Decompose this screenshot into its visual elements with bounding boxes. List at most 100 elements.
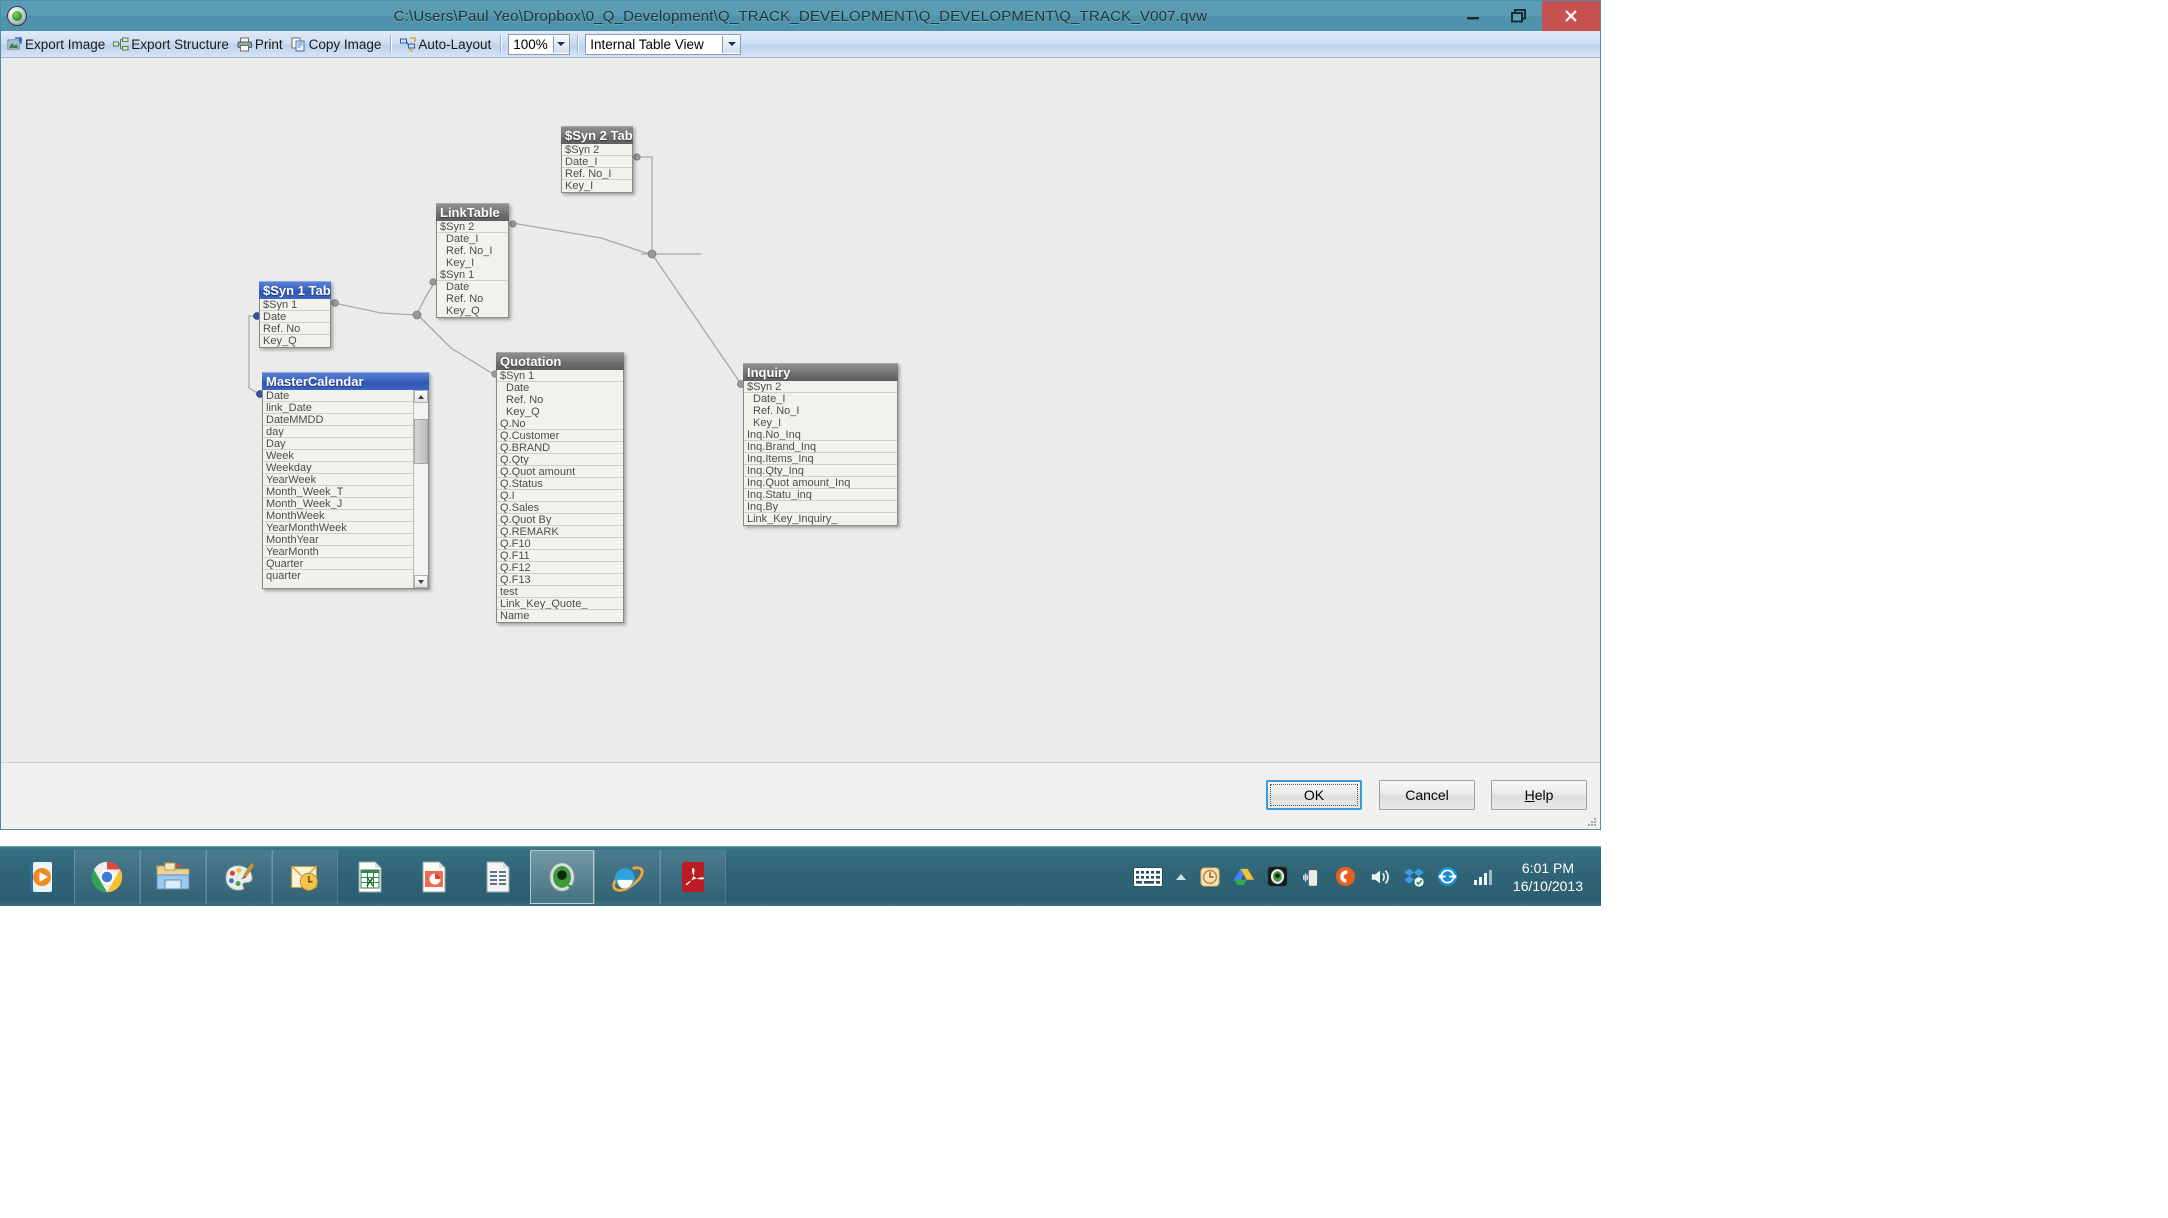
taskbar-item-outlook[interactable] (272, 849, 338, 904)
field-row[interactable]: Date (497, 382, 623, 394)
field-row[interactable]: Inq.Quot amount_Inq (744, 477, 897, 489)
resize-grip[interactable] (1585, 815, 1597, 827)
ok-button[interactable]: OK (1266, 780, 1362, 810)
field-row[interactable]: Q.I (497, 490, 623, 502)
table-box-inquiry[interactable]: Inquiry $Syn 2 Date_I Ref. No_I Key_I Inq.No_… (743, 363, 898, 526)
field-row[interactable]: Q.Qty (497, 454, 623, 466)
field-row[interactable]: Q.F10 (497, 538, 623, 550)
field-row[interactable]: Ref. No_I (562, 168, 632, 180)
field-row[interactable]: Date_I (437, 233, 508, 245)
field-row[interactable]: Ref. No (497, 394, 623, 406)
field-row[interactable]: Q.F12 (497, 562, 623, 574)
export-structure-button[interactable]: Export Structure (109, 33, 233, 55)
scrollbar-track[interactable] (414, 403, 428, 575)
qlikview-tray-icon[interactable] (1265, 864, 1291, 890)
table-header-linktable[interactable]: LinkTable (436, 203, 509, 221)
field-row[interactable]: YearMonth (263, 546, 413, 558)
taskbar-item-windows-explorer[interactable] (140, 849, 206, 904)
field-row[interactable]: Key_I (562, 180, 632, 192)
close-icon[interactable] (1542, 1, 1600, 31)
field-row[interactable]: Ref. No (437, 293, 508, 305)
taskbar-item-powerpoint[interactable] (402, 850, 466, 904)
field-row[interactable]: Week (263, 450, 413, 462)
field-row[interactable]: Month_Week_J (263, 498, 413, 510)
field-row[interactable]: Q.Status (497, 478, 623, 490)
battery-icon[interactable] (1299, 864, 1325, 890)
print-button[interactable]: Print (233, 33, 287, 55)
field-row[interactable]: Inq.Statu_inq (744, 489, 897, 501)
field-row[interactable]: day (263, 426, 413, 438)
network-signal-icon[interactable] (1469, 864, 1495, 890)
field-row[interactable]: Weekday (263, 462, 413, 474)
table-box-mastercalendar[interactable]: MasterCalendar Date link_Date DateMMDD day Da… (262, 372, 429, 589)
volume-icon[interactable] (1367, 864, 1393, 890)
field-row[interactable]: $Syn 2 (562, 144, 632, 156)
field-row[interactable]: $Syn 1 (437, 269, 508, 281)
field-row[interactable]: MonthWeek (263, 510, 413, 522)
field-row[interactable]: Key_Q (497, 406, 623, 418)
taskbar-item-windows-media-player[interactable] (10, 850, 74, 904)
field-row[interactable]: MonthYear (263, 534, 413, 546)
scroll-up-icon[interactable] (414, 390, 428, 403)
dropbox-icon[interactable] (1401, 864, 1427, 890)
field-row[interactable]: YearMonthWeek (263, 522, 413, 534)
field-row[interactable]: Inq.Items_Inq (744, 453, 897, 465)
field-row[interactable]: link_Date (263, 402, 413, 414)
show-hidden-icons-icon[interactable] (1173, 864, 1189, 890)
scrollbar-thumb[interactable] (414, 419, 428, 464)
table-view-dropdown[interactable]: Internal Table View (585, 33, 742, 55)
table-viewer-canvas[interactable]: $Syn 2 Table$Syn 2Date_IRef. No_IKey_I Li… (1, 58, 1600, 794)
field-row[interactable]: Inq.Qty_Inq (744, 465, 897, 477)
google-drive-icon[interactable] (1231, 864, 1257, 890)
field-row[interactable]: Q.REMARK (497, 526, 623, 538)
field-row[interactable]: Q.Quot By (497, 514, 623, 526)
field-row[interactable]: Inq.By (744, 501, 897, 513)
field-row[interactable]: Day (263, 438, 413, 450)
taskbar-item-google-chrome[interactable] (74, 849, 140, 904)
taskbar-item-qlikview[interactable] (530, 849, 594, 904)
copy-image-button[interactable]: Copy Image (287, 33, 386, 55)
field-row[interactable]: Q.BRAND (497, 442, 623, 454)
field-row[interactable]: DateMMDD (263, 414, 413, 426)
scroll-down-icon[interactable] (414, 575, 428, 588)
field-row[interactable]: Date (437, 281, 508, 293)
field-row[interactable]: Month_Week_T (263, 486, 413, 498)
amd-catalyst-icon[interactable] (1333, 864, 1359, 890)
auto-layout-button[interactable]: Auto-Layout (396, 33, 495, 55)
field-row[interactable]: Q.No (497, 418, 623, 430)
taskbar-item-internet-explorer[interactable] (594, 849, 660, 904)
on-screen-keyboard-icon[interactable] (1131, 864, 1165, 890)
table-box-quotation[interactable]: Quotation $Syn 1 Date Ref. No Key_Q Q.No Q.Cus… (496, 352, 624, 623)
field-row[interactable]: Date_I (744, 393, 897, 405)
export-image-button[interactable]: Export Image (3, 33, 109, 55)
table-box-syn2table[interactable]: $Syn 2 Table$Syn 2Date_IRef. No_IKey_I (561, 126, 633, 193)
field-list-scrollbar[interactable] (413, 390, 428, 588)
field-row[interactable]: $Syn 1 (497, 370, 623, 382)
field-row[interactable]: $Syn 2 (437, 221, 508, 233)
field-row[interactable]: Key_I (437, 257, 508, 269)
taskbar-item-publisher[interactable] (466, 850, 530, 904)
field-row[interactable]: Q.Quot amount (497, 466, 623, 478)
restore-icon[interactable] (1496, 1, 1542, 31)
table-box-syn1table[interactable]: $Syn 1 Table$Syn 1DateRef. NoKey_Q (259, 281, 331, 348)
minimize-icon[interactable] (1450, 1, 1496, 31)
field-row[interactable]: Name (497, 610, 623, 622)
evernote-icon[interactable] (1197, 864, 1223, 890)
taskbar-item-adobe-reader[interactable] (660, 849, 726, 904)
field-row[interactable]: Key_I (744, 417, 897, 429)
taskbar-item-paint[interactable] (206, 849, 272, 904)
taskbar-clock[interactable]: 6:01 PM 16/10/2013 (1503, 859, 1595, 895)
field-row[interactable]: Key_Q (260, 335, 330, 347)
field-row[interactable]: Date (260, 311, 330, 323)
chevron-down-icon[interactable] (722, 35, 741, 53)
field-row[interactable]: Q.F13 (497, 574, 623, 586)
field-row[interactable]: Date (263, 390, 413, 402)
table-header-inquiry[interactable]: Inquiry (743, 363, 898, 381)
field-row[interactable]: Ref. No_I (744, 405, 897, 417)
field-row[interactable]: Inq.No_Inq (744, 429, 897, 441)
field-row[interactable]: Link_Key_Quote_ (497, 598, 623, 610)
table-header-quotation[interactable]: Quotation (496, 352, 624, 370)
field-row[interactable]: quarter (263, 570, 413, 582)
field-row[interactable]: Link_Key_Inquiry_ (744, 513, 897, 525)
zoom-level-dropdown[interactable]: 100% (508, 33, 571, 55)
